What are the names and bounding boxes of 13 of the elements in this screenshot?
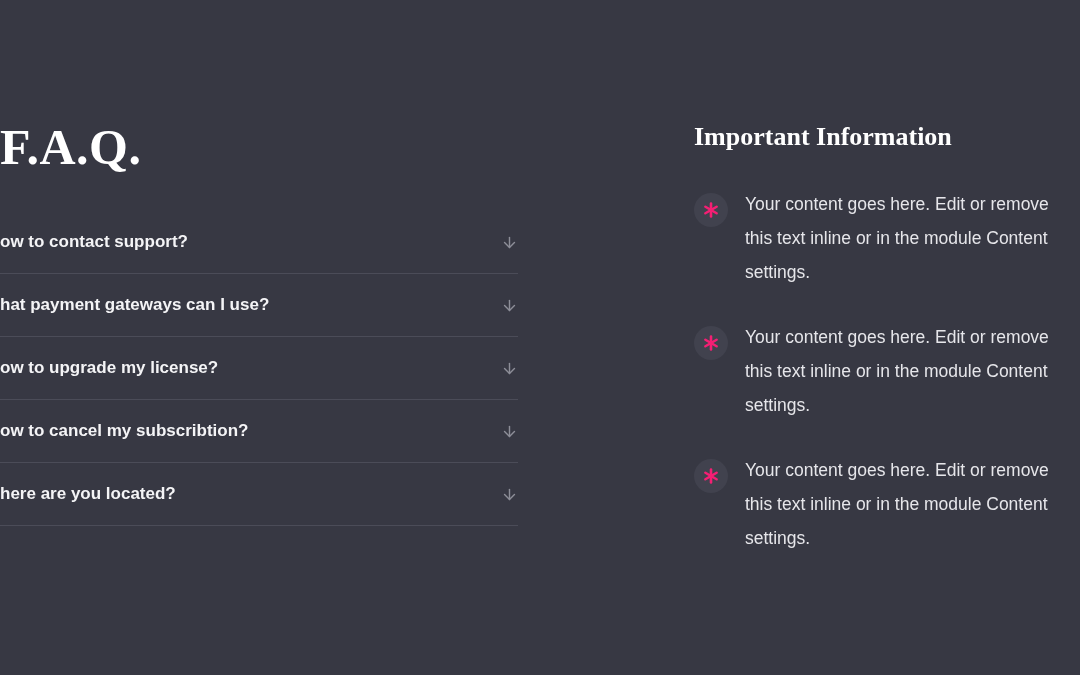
asterisk-icon [694,193,728,227]
info-text: Your content goes here. Edit or remove this text inline or in the module Content settings. [745,326,1050,417]
faq-question-button[interactable]: here are you located? [0,463,518,526]
faq-question-button[interactable]: ow to upgrade my license? [0,337,518,400]
info-heading: Important Information [694,121,952,153]
faq-question-button[interactable]: ow to cancel my subscribtion? [0,400,518,463]
asterisk-icon [694,459,728,493]
faq-title: F.A.Q. [0,118,142,177]
info-text: Your content goes here. Edit or remove this text inline or in the module Content settings. [745,193,1050,284]
faq-question-button[interactable]: ow to contact support? [0,211,518,274]
faq-question-button[interactable]: hat payment gateways can I use? [0,274,518,337]
asterisk-icon [694,326,728,360]
info-text: Your content goes here. Edit or remove this text inline or in the module Content settings. [745,459,1050,550]
